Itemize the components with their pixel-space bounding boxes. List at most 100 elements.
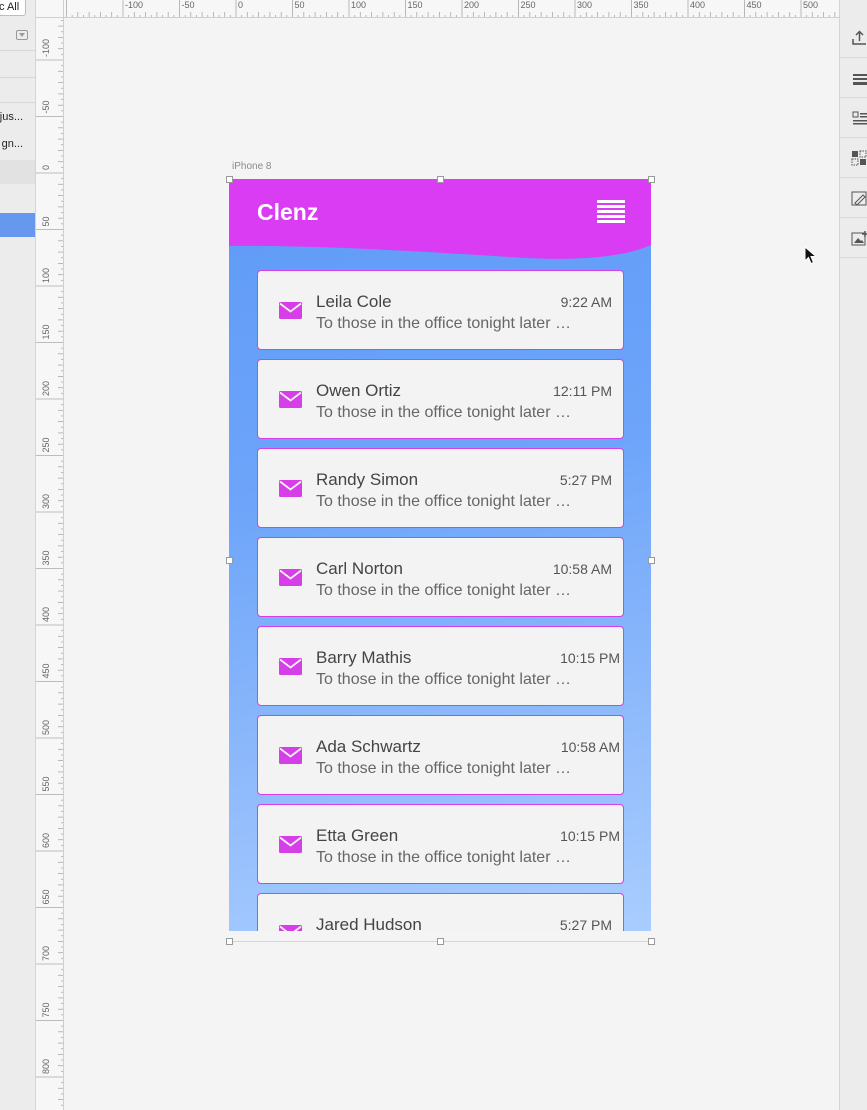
layer-row-selected[interactable] <box>0 213 35 237</box>
ruler-label: 800 <box>41 1059 51 1074</box>
ruler-label: 550 <box>41 776 51 791</box>
ruler-label: 150 <box>41 324 51 339</box>
ruler-label: 150 <box>408 0 423 10</box>
message-time: 10:15 PM <box>560 650 620 666</box>
add-image-button[interactable] <box>840 218 867 258</box>
mouse-cursor-icon <box>804 246 818 265</box>
layers-button[interactable] <box>840 58 867 98</box>
ruler-label: -50 <box>41 100 51 113</box>
selection-handle[interactable] <box>648 557 655 564</box>
ruler-label: 200 <box>464 0 479 10</box>
message-preview: To those in the office tonight later … <box>316 582 571 599</box>
mail-icon <box>279 569 302 586</box>
sender-name: Etta Green <box>316 826 399 845</box>
message-card[interactable]: Barry Mathis 10:15 PM To those in the offi… <box>257 626 624 706</box>
message-card[interactable]: Carl Norton 10:58 AM To those in the offic… <box>257 537 624 617</box>
message-card[interactable]: Ada Schwartz 10:58 AM To those in the offi… <box>257 715 624 795</box>
list-layout-button[interactable] <box>840 98 867 138</box>
filter-dropdown-icon[interactable] <box>16 30 28 40</box>
export-button[interactable] <box>840 18 867 58</box>
message-card[interactable]: Jared Hudson5:27 PMTo those in the offic… <box>257 893 624 931</box>
add-image-icon <box>851 231 867 246</box>
selection-handle[interactable] <box>437 176 444 183</box>
mail-icon <box>279 836 302 853</box>
artboard-label[interactable]: iPhone 8 <box>232 161 271 172</box>
ruler-label: 400 <box>690 0 705 10</box>
sender-name: Jared Hudson <box>316 915 422 931</box>
message-time: 10:15 PM <box>560 828 620 844</box>
sender-name: Randy Simon <box>316 470 419 489</box>
artboard-iphone[interactable]: Clenz Leila Cole 9:22 AM To those in the o… <box>229 179 651 931</box>
message-card[interactable]: Owen Ortiz 12:11 PM To those in the office… <box>257 359 624 439</box>
export-icon <box>852 30 866 45</box>
message-preview: To those in the office tonight later … <box>316 760 571 777</box>
hamburger-menu-icon[interactable] <box>597 200 625 224</box>
layer-row[interactable]: gn... <box>0 132 35 156</box>
message-preview: To those in the office tonight later … <box>316 404 571 421</box>
selection-handle[interactable] <box>437 938 444 945</box>
ruler-label: 300 <box>577 0 592 10</box>
ruler-label: 400 <box>41 607 51 622</box>
message-time: 12:11 PM <box>553 383 612 399</box>
ruler-label: 600 <box>41 833 51 848</box>
ruler-label: 350 <box>41 550 51 565</box>
layer-row[interactable]: jus... <box>0 105 35 129</box>
mail-icon <box>279 747 302 764</box>
selection-handle[interactable] <box>648 938 655 945</box>
app-title: Clenz <box>257 199 319 225</box>
selection-handle[interactable] <box>226 557 233 564</box>
selection-handle[interactable] <box>226 938 233 945</box>
layer-row[interactable] <box>0 160 35 184</box>
message-card[interactable]: Leila Cole 9:22 AM To those in the office … <box>257 270 624 350</box>
divider <box>0 77 35 78</box>
mail-icon <box>279 925 302 931</box>
list-layout-icon <box>852 111 867 125</box>
sender-name: Ada Schwartz <box>316 737 421 756</box>
mail-icon <box>279 302 302 319</box>
ruler-label: -100 <box>125 0 143 10</box>
ruler-label: -50 <box>182 0 195 10</box>
left-ruler-ticks: -100 -50 0 50 100 150 200 250 300 350 400 450 500 550… <box>36 20 63 1106</box>
components-button[interactable] <box>840 138 867 178</box>
ruler-label: 450 <box>747 0 762 10</box>
ruler-label: 500 <box>41 720 51 735</box>
ruler-corner <box>36 0 64 18</box>
ruler-label: 200 <box>41 381 51 396</box>
layers-stack-icon <box>853 74 867 85</box>
ruler-label: 50 <box>41 216 51 226</box>
select-all-button[interactable]: c All <box>0 0 27 16</box>
message-time: 10:58 AM <box>552 561 612 577</box>
divider <box>0 102 35 103</box>
left-ruler[interactable]: -100 -50 0 50 100 150 200 250 300 350 400 450 500 550… <box>36 18 64 1110</box>
message-preview: To those in the office tonight later … <box>316 671 571 688</box>
ruler-label: 250 <box>521 0 536 10</box>
divider <box>0 50 35 51</box>
mail-icon <box>279 480 302 497</box>
ruler-label: 650 <box>41 889 51 904</box>
top-ruler-ticks: -100 -50 0 50 100 150 200 250 300 350 400 450 500 <box>66 0 836 17</box>
message-card[interactable]: Etta Green 10:15 PM To those in the office… <box>257 804 624 884</box>
mail-icon <box>279 658 302 675</box>
right-toolbar <box>839 0 867 1110</box>
ruler-label: 0 <box>238 0 243 10</box>
edit-symbol-button[interactable] <box>840 178 867 218</box>
message-time: 9:22 AM <box>560 294 612 310</box>
sender-name: Owen Ortiz <box>316 381 402 400</box>
ruler-label: 100 <box>351 0 366 10</box>
sender-name: Barry Mathis <box>316 648 412 667</box>
selection-handle[interactable] <box>226 176 233 183</box>
message-preview: To those in the office tonight later … <box>316 493 571 510</box>
edit-symbol-icon <box>851 191 867 206</box>
layer-row-label: jus... <box>0 111 23 123</box>
selection-handle[interactable] <box>648 176 655 183</box>
top-ruler[interactable]: -100 -50 0 50 100 150 200 250 300 350 400 450 500 <box>64 0 839 18</box>
sender-name: Carl Norton <box>316 559 403 578</box>
sender-name: Leila Cole <box>316 292 392 311</box>
ruler-label: 50 <box>295 0 305 10</box>
ruler-label: 0 <box>41 165 51 170</box>
app-header: Clenz <box>229 179 651 269</box>
ruler-label: 700 <box>41 946 51 961</box>
message-card[interactable]: Randy Simon 5:27 PM To those in the office… <box>257 448 624 528</box>
ruler-label: 100 <box>41 268 51 283</box>
mail-icon <box>279 391 302 408</box>
